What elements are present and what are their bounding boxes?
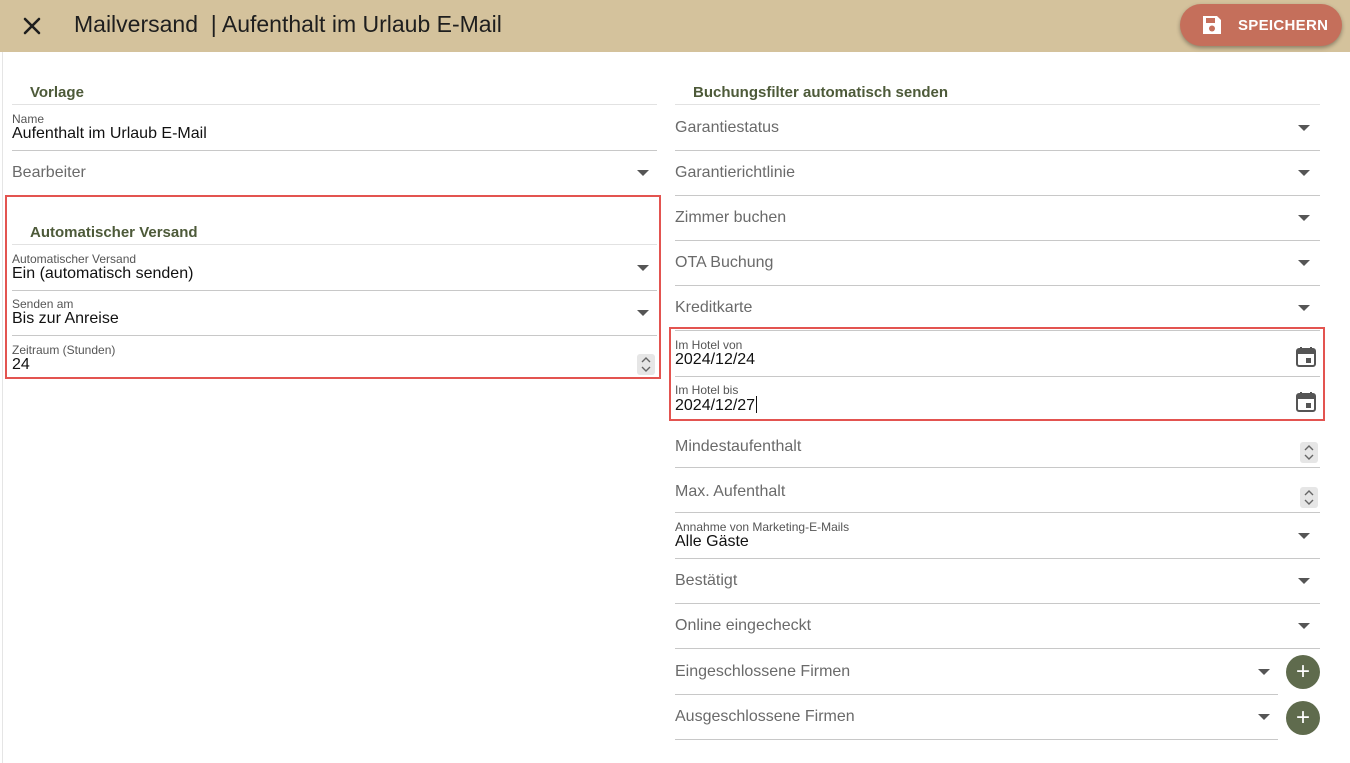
garantiestatus-placeholder: Garantiestatus [675, 119, 780, 136]
mindestaufenthalt-placeholder: Mindestaufenthalt [675, 438, 802, 455]
senden-am-select[interactable]: Senden am Bis zur Anreise [12, 290, 657, 336]
kreditkarte-select[interactable]: Kreditkarte [675, 285, 1320, 331]
calendar-icon[interactable] [1294, 345, 1318, 369]
name-label: Name [12, 112, 45, 126]
chevron-down-icon[interactable] [1298, 533, 1310, 539]
im-hotel-von-label: Im Hotel von [675, 338, 743, 352]
save-button-label: SPEICHERN [1238, 17, 1329, 34]
name-value[interactable]: Aufenthalt im Urlaub E-Mail [12, 125, 207, 143]
number-stepper-icon[interactable] [637, 354, 655, 375]
bestaetigt-placeholder: Bestätigt [675, 572, 738, 589]
page-title: Mailversand | Aufenthalt im Urlaub E-Mai… [74, 11, 502, 37]
eingeschlossene-firmen-placeholder: Eingeschlossene Firmen [675, 663, 851, 680]
zeitraum-label: Zeitraum (Stunden) [12, 343, 116, 357]
bestaetigt-select[interactable]: Bestätigt [675, 558, 1320, 604]
text-caret [756, 396, 758, 413]
online-eingecheckt-placeholder: Online eingecheckt [675, 617, 812, 634]
ausgeschlossene-firmen-placeholder: Ausgeschlossene Firmen [675, 708, 855, 725]
add-included-company-button[interactable]: + [1286, 655, 1320, 689]
ota-buchung-select[interactable]: OTA Buchung [675, 240, 1320, 286]
mindestaufenthalt-input[interactable]: Mindestaufenthalt [675, 422, 1320, 468]
chevron-down-icon[interactable] [1298, 623, 1310, 629]
chevron-down-icon[interactable] [637, 170, 649, 176]
zeitraum-value[interactable]: 24 [12, 356, 30, 374]
save-icon [1200, 13, 1224, 37]
im-hotel-bis-value: 2024/12/27 [675, 397, 756, 414]
senden-am-value: Bis zur Anreise [12, 310, 119, 327]
chevron-down-icon[interactable] [1298, 305, 1310, 311]
senden-am-label: Senden am [12, 297, 74, 311]
left-edge-divider [2, 52, 3, 763]
garantiestatus-select[interactable]: Garantiestatus [675, 105, 1320, 151]
ausgeschlossene-firmen-select[interactable]: Ausgeschlossene Firmen [675, 694, 1278, 740]
chevron-down-icon[interactable] [1298, 260, 1310, 266]
max-aufenthalt-placeholder: Max. Aufenthalt [675, 483, 786, 500]
zimmer-buchen-placeholder: Zimmer buchen [675, 209, 787, 226]
number-stepper-icon[interactable] [1300, 442, 1318, 463]
marketing-emails-select[interactable]: Annahme von Marketing-E-Mails Alle Gäste [675, 513, 1320, 559]
chevron-down-icon[interactable] [637, 265, 649, 271]
im-hotel-von-input[interactable]: Im Hotel von 2024/12/24 [675, 331, 1320, 377]
save-button[interactable]: SPEICHERN [1180, 4, 1342, 46]
ota-buchung-placeholder: OTA Buchung [675, 254, 774, 271]
automatischer-versand-label: Automatischer Versand [12, 252, 137, 266]
bearbeiter-placeholder: Bearbeiter [12, 164, 86, 181]
app-bar: Mailversand | Aufenthalt im Urlaub E-Mai… [0, 0, 1350, 52]
chevron-down-icon[interactable] [1298, 170, 1310, 176]
section-heading-buchungsfilter: Buchungsfilter automatisch senden [693, 84, 949, 101]
garantierichtlinie-placeholder: Garantierichtlinie [675, 164, 796, 181]
im-hotel-bis-input-text[interactable]: 2024/12/27 [675, 396, 758, 415]
chevron-down-icon[interactable] [1258, 669, 1270, 675]
calendar-icon[interactable] [1294, 390, 1318, 414]
automatischer-versand-select[interactable]: Automatischer Versand Ein (automatisch s… [12, 245, 657, 291]
eingeschlossene-firmen-select[interactable]: Eingeschlossene Firmen [675, 649, 1278, 695]
plus-icon: + [1295, 658, 1310, 685]
section-vorlage: Vorlage [12, 60, 657, 105]
zeitraum-stunden-input[interactable]: Zeitraum (Stunden) 24 [12, 336, 657, 382]
max-aufenthalt-input[interactable]: Max. Aufenthalt [675, 467, 1320, 513]
im-hotel-von-value[interactable]: 2024/12/24 [675, 351, 755, 369]
number-stepper-icon[interactable] [1300, 487, 1318, 508]
online-eingecheckt-select[interactable]: Online eingecheckt [675, 603, 1320, 649]
chevron-down-icon[interactable] [637, 310, 649, 316]
marketing-value: Alle Gäste [675, 533, 749, 550]
chevron-down-icon[interactable] [1298, 215, 1310, 221]
chevron-down-icon[interactable] [1258, 714, 1270, 720]
marketing-label: Annahme von Marketing-E-Mails [675, 520, 850, 534]
add-excluded-company-button[interactable]: + [1286, 701, 1320, 735]
zimmer-buchen-select[interactable]: Zimmer buchen [675, 195, 1320, 241]
close-icon[interactable] [18, 12, 46, 40]
im-hotel-bis-label: Im Hotel bis [675, 383, 739, 397]
section-heading-vorlage: Vorlage [30, 84, 84, 101]
garantierichtlinie-select[interactable]: Garantierichtlinie [675, 150, 1320, 196]
name-field[interactable]: Name Aufenthalt im Urlaub E-Mail [12, 105, 657, 151]
section-buchungsfilter: Buchungsfilter automatisch senden [675, 60, 1320, 105]
bearbeiter-select[interactable]: Bearbeiter [12, 150, 657, 196]
section-automatischer-versand: Automatischer Versand [12, 200, 657, 245]
plus-icon: + [1295, 704, 1310, 731]
kreditkarte-placeholder: Kreditkarte [675, 299, 753, 316]
section-heading-auto: Automatischer Versand [30, 224, 198, 241]
automatischer-versand-value: Ein (automatisch senden) [12, 265, 194, 282]
chevron-down-icon[interactable] [1298, 578, 1310, 584]
im-hotel-bis-input[interactable]: Im Hotel bis 2024/12/27 [675, 376, 1320, 422]
chevron-down-icon[interactable] [1298, 125, 1310, 131]
